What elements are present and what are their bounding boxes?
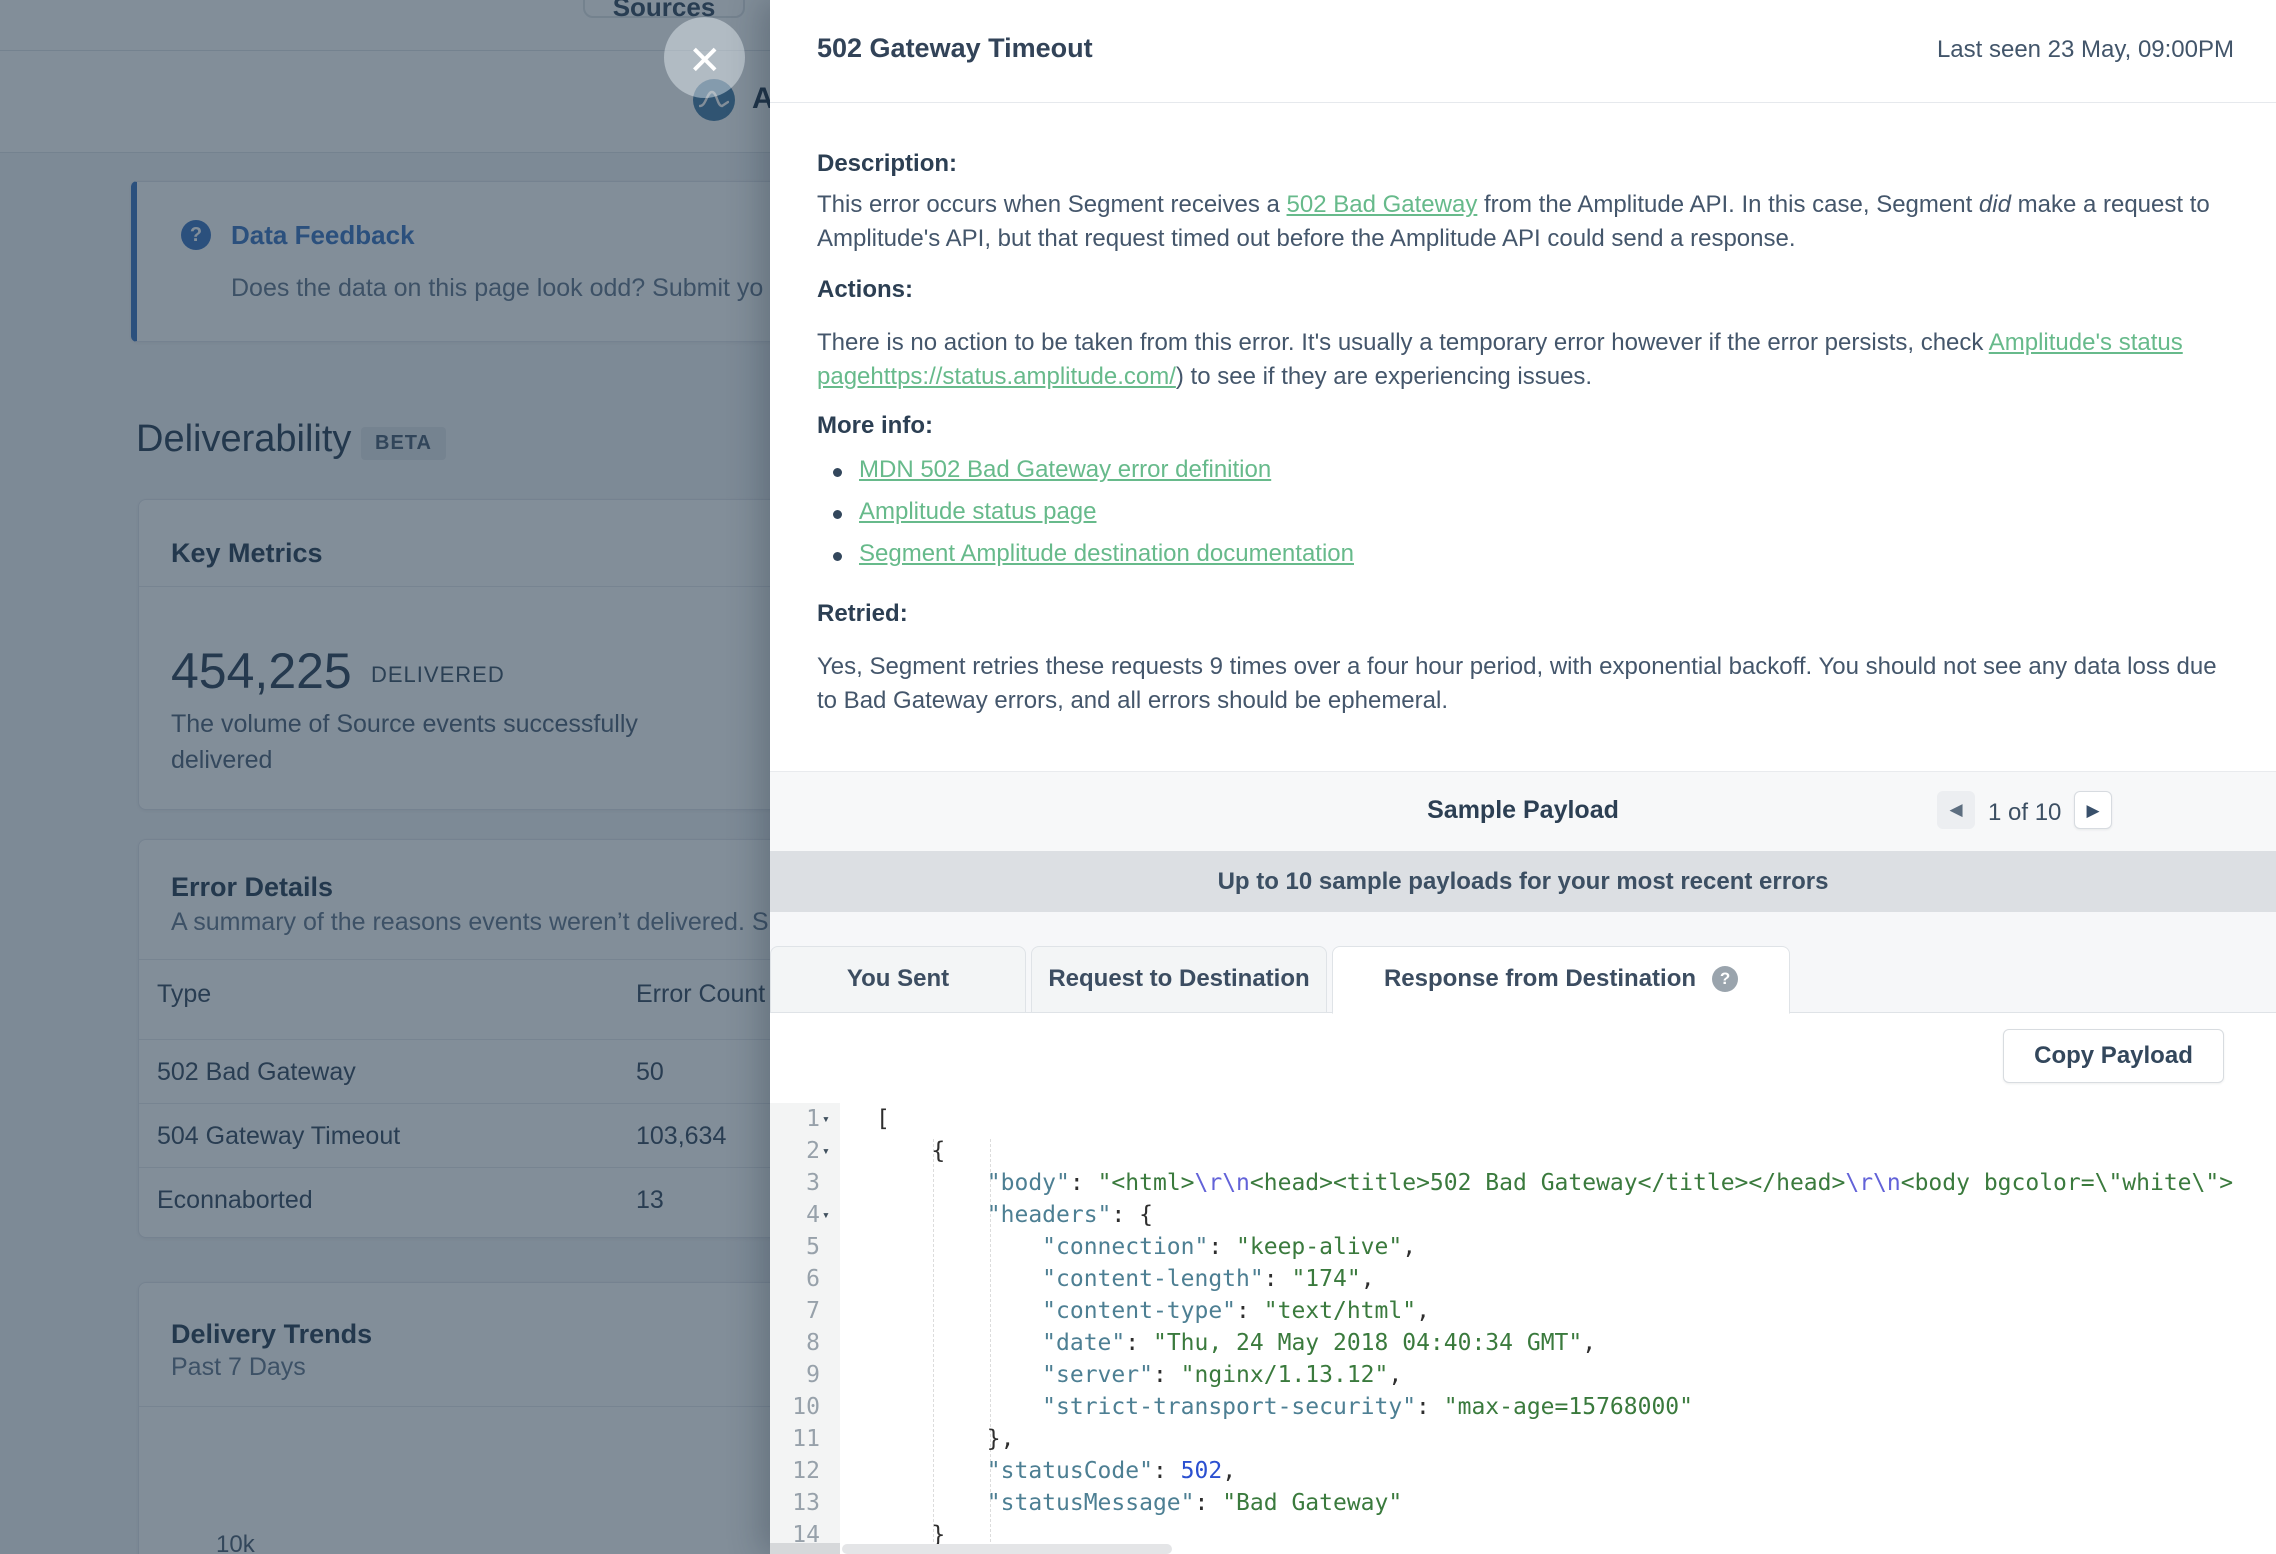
code-line: 8 "date": "Thu, 24 May 2018 04:40:34 GMT… bbox=[770, 1327, 2276, 1359]
sample-payload-banner: Up to 10 sample payloads for your most r… bbox=[770, 851, 2276, 912]
code-line: 2▾ { bbox=[770, 1135, 2276, 1167]
code-line: 7 "content-type": "text/html", bbox=[770, 1295, 2276, 1327]
line-number: 6 bbox=[770, 1263, 840, 1295]
code-text: "statusMessage": "Bad Gateway" bbox=[876, 1487, 1402, 1519]
code-line: 5 "connection": "keep-alive", bbox=[770, 1231, 2276, 1263]
line-number: 8 bbox=[770, 1327, 840, 1359]
screen: Sources A ? Data Feedback Does the data … bbox=[0, 0, 2276, 1554]
more-info-link[interactable]: MDN 502 Bad Gateway error definition bbox=[859, 456, 1271, 484]
retried-paragraph: Yes, Segment retries these requests 9 ti… bbox=[817, 650, 2237, 718]
actions-paragraph: There is no action to be taken from this… bbox=[817, 326, 2237, 394]
fold-arrow-icon[interactable]: ▾ bbox=[822, 1200, 830, 1232]
description-text: This error occurs when Segment receives … bbox=[817, 191, 1287, 218]
code-lines: 1▾[2▾ {3 "body": "<html>\r\n<head><title… bbox=[770, 1103, 2276, 1551]
scrollbar-corner bbox=[770, 1543, 840, 1554]
tab-request-to-destination[interactable]: Request to Destination bbox=[1031, 946, 1327, 1013]
tab-label: Request to Destination bbox=[1048, 965, 1309, 992]
code-line: 11 }, bbox=[770, 1423, 2276, 1455]
code-text: }, bbox=[876, 1423, 1014, 1455]
error-detail-panel: 502 Gateway Timeout Last seen 23 May, 09… bbox=[770, 0, 2276, 1554]
code-text: "body": "<html>\r\n<head><title>502 Bad … bbox=[876, 1167, 2233, 1199]
actions-label: Actions: bbox=[817, 276, 913, 304]
payload-page-indicator: 1 of 10 bbox=[1988, 799, 2061, 827]
last-seen-timestamp: Last seen 23 May, 09:00PM bbox=[1937, 36, 2234, 64]
line-number: 9 bbox=[770, 1359, 840, 1391]
description-label: Description: bbox=[817, 150, 957, 178]
more-info-link[interactable]: Segment Amplitude destination documentat… bbox=[859, 540, 1354, 568]
code-text: { bbox=[876, 1135, 945, 1167]
code-text: "strict-transport-security": "max-age=15… bbox=[876, 1391, 1693, 1423]
code-text: "content-type": "text/html", bbox=[876, 1295, 1430, 1327]
code-line: 9 "server": "nginx/1.13.12", bbox=[770, 1359, 2276, 1391]
code-text: "statusCode": 502, bbox=[876, 1455, 1236, 1487]
sample-payload-bar: Sample Payload ◀ 1 of 10 ▶ bbox=[770, 771, 2276, 851]
code-text: "connection": "keep-alive", bbox=[876, 1231, 1416, 1263]
code-line: 13 "statusMessage": "Bad Gateway" bbox=[770, 1487, 2276, 1519]
tab-label: Response from Destination bbox=[1384, 965, 1696, 992]
bad-gateway-link[interactable]: 502 Bad Gateway bbox=[1287, 191, 1478, 218]
code-line: 3 "body": "<html>\r\n<head><title>502 Ba… bbox=[770, 1167, 2276, 1199]
bullet-icon bbox=[833, 552, 842, 561]
code-line: 4▾ "headers": { bbox=[770, 1199, 2276, 1231]
panel-header: 502 Gateway Timeout Last seen 23 May, 09… bbox=[770, 0, 2276, 103]
more-info-link[interactable]: Amplitude status page bbox=[859, 498, 1096, 526]
payload-content: Copy Payload 1▾[2▾ {3 "body": "<html>\r\… bbox=[770, 1013, 2276, 1554]
tab-label: You Sent bbox=[847, 965, 949, 992]
prev-payload-button[interactable]: ◀ bbox=[1937, 791, 1975, 829]
payload-tabs: You Sent Request to Destination Response f… bbox=[770, 912, 2276, 1013]
line-number: 7 bbox=[770, 1295, 840, 1327]
code-line: 10 "strict-transport-security": "max-age… bbox=[770, 1391, 2276, 1423]
close-button[interactable]: ✕ bbox=[664, 17, 745, 98]
next-payload-button[interactable]: ▶ bbox=[2074, 791, 2112, 829]
code-text: "date": "Thu, 24 May 2018 04:40:34 GMT", bbox=[876, 1327, 1596, 1359]
actions-text: There is no action to be taken from this… bbox=[817, 329, 1989, 356]
line-number: 13 bbox=[770, 1487, 840, 1519]
bullet-icon bbox=[833, 510, 842, 519]
description-emphasis: did bbox=[1979, 191, 2011, 218]
actions-text: ) to see if they are experiencing issues… bbox=[1176, 363, 1592, 390]
code-text: "headers": { bbox=[876, 1199, 1153, 1231]
code-line: 12 "statusCode": 502, bbox=[770, 1455, 2276, 1487]
more-info-label: More info: bbox=[817, 412, 933, 440]
panel-title: 502 Gateway Timeout bbox=[817, 33, 1093, 64]
code-line: 6 "content-length": "174", bbox=[770, 1263, 2276, 1295]
code-text: "content-length": "174", bbox=[876, 1263, 1375, 1295]
description-paragraph: This error occurs when Segment receives … bbox=[817, 188, 2237, 256]
code-text: "server": "nginx/1.13.12", bbox=[876, 1359, 1402, 1391]
line-number: 11 bbox=[770, 1423, 840, 1455]
description-text: from the Amplitude API. In this case, Se… bbox=[1477, 191, 1979, 218]
tab-you-sent[interactable]: You Sent bbox=[770, 946, 1026, 1013]
bullet-icon bbox=[833, 468, 842, 477]
close-icon: ✕ bbox=[688, 38, 722, 84]
line-number: 10 bbox=[770, 1391, 840, 1423]
code-text: [ bbox=[876, 1103, 890, 1135]
tab-response-from-destination[interactable]: Response from Destination? bbox=[1332, 946, 1790, 1014]
line-number: 5 bbox=[770, 1231, 840, 1263]
fold-arrow-icon[interactable]: ▾ bbox=[822, 1104, 830, 1136]
code-line: 1▾[ bbox=[770, 1103, 2276, 1135]
payload-code-editor[interactable]: 1▾[2▾ {3 "body": "<html>\r\n<head><title… bbox=[770, 1103, 2276, 1554]
line-number: 3 bbox=[770, 1167, 840, 1199]
copy-payload-button[interactable]: Copy Payload bbox=[2003, 1029, 2224, 1083]
help-icon[interactable]: ? bbox=[1712, 966, 1738, 992]
horizontal-scrollbar[interactable] bbox=[842, 1544, 1172, 1554]
line-number: 12 bbox=[770, 1455, 840, 1487]
retried-label: Retried: bbox=[817, 600, 908, 628]
fold-arrow-icon[interactable]: ▾ bbox=[822, 1136, 830, 1168]
